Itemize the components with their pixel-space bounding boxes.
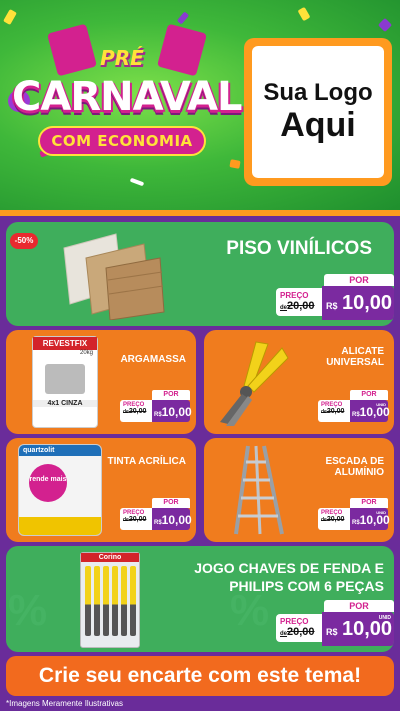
title-sub: COM ECONOMIA	[38, 126, 206, 156]
price-value: 10,00	[359, 513, 390, 527]
unit-label: UNID	[376, 510, 386, 515]
percent-decoration: %	[8, 586, 48, 635]
ladder-image	[234, 445, 284, 535]
price-box: R$10,00 UNID	[350, 508, 390, 530]
price-value: 10,00	[359, 405, 390, 419]
old-price-box: PREÇO de20,00	[318, 508, 350, 530]
unit-label: UNID	[376, 402, 386, 407]
old-price-box: PREÇO de20,00	[276, 288, 322, 316]
logo-line1: Sua Logo	[263, 79, 373, 107]
product-card-escada[interactable]: ESCADA DE ALUMÍNIO POR PREÇO de20,00 R$1…	[204, 438, 394, 542]
product-name: PISO VINÍLICOS	[226, 238, 372, 259]
product-name: ARGAMASSA	[120, 354, 186, 365]
old-price-box: PREÇO de20,00	[120, 400, 152, 422]
disclaimer-text: *Imagens Meramente Ilustrativas	[6, 699, 123, 708]
product-name: ALICATE UNIVERSAL	[326, 346, 384, 368]
por-label: POR	[350, 390, 388, 400]
por-label: POR	[324, 274, 394, 286]
old-price-box: PREÇO de20,00	[120, 508, 152, 530]
old-price-box: PREÇO de20,00	[318, 400, 350, 422]
create-flyer-button[interactable]: Crie seu encarte com este tema!	[6, 656, 394, 696]
carnaval-title-logo: PRÉ CARNAVAL COM ECONOMIA	[12, 23, 243, 188]
por-label: POR	[152, 498, 190, 508]
header-divider	[0, 210, 400, 216]
product-card-tinta[interactable]: quartzolit rende mais TINTA ACRÍLICA POR…	[6, 438, 196, 542]
pliers-image	[220, 341, 289, 426]
product-card-piso[interactable]: PISO VINÍLICOS POR PREÇO de20,00 R$ 10,0…	[6, 222, 394, 326]
confetti	[176, 11, 190, 25]
price-value: 10,00	[341, 618, 393, 640]
header-banner: PRÉ CARNAVAL COM ECONOMIA Sua Logo Aqui	[0, 0, 400, 210]
discount-badge: -50%	[10, 233, 38, 249]
paint-bucket-image: quartzolit rende mais	[18, 444, 102, 536]
product-name: ESCADA DE ALUMÍNIO	[325, 456, 384, 478]
confetti	[377, 17, 393, 33]
logo-line2: Aqui	[280, 105, 356, 144]
price-value: 10,00	[161, 405, 192, 419]
price-box: R$10,00	[152, 400, 192, 422]
product-name: JOGO CHAVES DE FENDA E PHILIPS COM 6 PEÇ…	[194, 560, 384, 594]
logo-inner: Sua Logo Aqui	[252, 46, 384, 178]
logo-placeholder[interactable]: Sua Logo Aqui	[244, 38, 392, 186]
price-box: R$ 10,00	[322, 286, 394, 320]
argamassa-bag-image: REVESTFIX 20kg 4x1 CINZA	[32, 336, 98, 428]
price-box: R$10,00 UNID	[350, 400, 390, 422]
unit-label: UNID	[378, 615, 391, 621]
price-value: 10,00	[161, 513, 192, 527]
price-box: R$ 10,00 UNID	[322, 612, 394, 646]
por-label: POR	[324, 600, 394, 612]
old-price: de20,00	[280, 300, 315, 312]
product-card-argamassa[interactable]: REVESTFIX 20kg 4x1 CINZA ARGAMASSA POR P…	[6, 330, 196, 434]
product-name: TINTA ACRÍLICA	[107, 456, 186, 467]
title-main: CARNAVAL	[12, 74, 243, 120]
por-label: POR	[350, 498, 388, 508]
confetti	[3, 8, 17, 26]
title-pre: PRÉ	[100, 46, 144, 70]
price-box: R$10,00	[152, 508, 192, 530]
screwdriver-set-image: Corino	[80, 552, 140, 648]
old-price-box: PREÇO de20,00	[276, 614, 322, 642]
product-card-chaves[interactable]: % % Corino JOGO CHAVES DE FENDA E PHILIP…	[6, 546, 394, 652]
product-card-alicate[interactable]: ALICATE UNIVERSAL POR PREÇO de20,00 R$10…	[204, 330, 394, 434]
vinyl-floor-image	[63, 233, 165, 320]
por-label: POR	[152, 390, 190, 400]
price-value: 10,00	[341, 292, 393, 314]
confetti	[297, 6, 311, 22]
preco-label: PREÇO	[280, 291, 309, 300]
